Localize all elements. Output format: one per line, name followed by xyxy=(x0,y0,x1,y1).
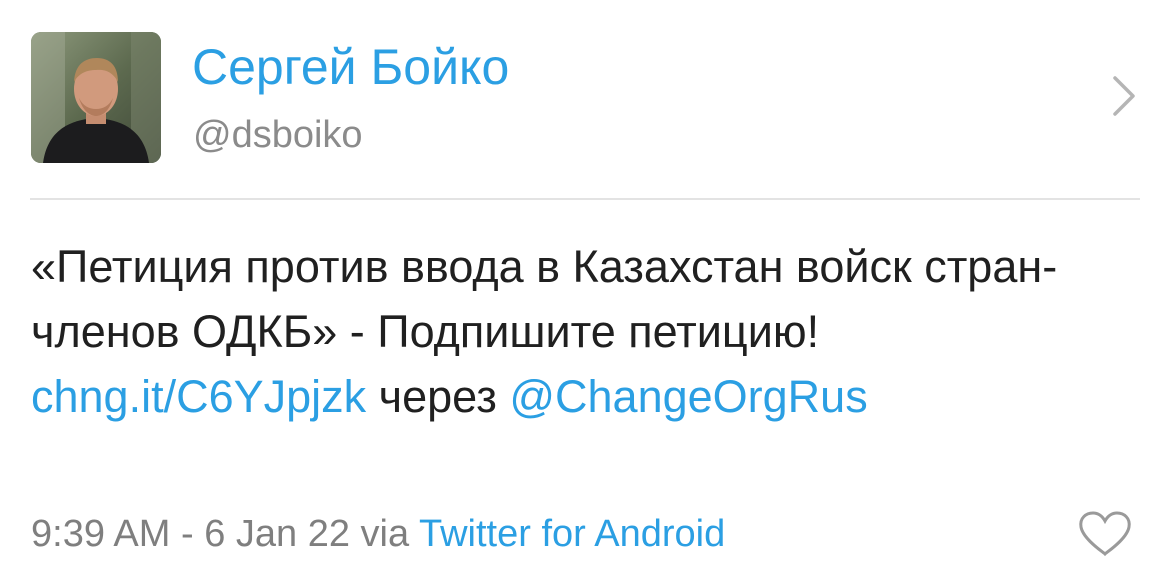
via-label: via xyxy=(349,513,419,555)
avatar-photo xyxy=(31,32,161,163)
tweet-text-part-1: «Петиция против ввода в Казахстан войск … xyxy=(31,241,1058,357)
display-name[interactable]: Сергей Бойко xyxy=(192,37,509,97)
client-link[interactable]: Twitter for Android xyxy=(419,513,725,555)
tweet-meta: 9:39 AM - 6 Jan 22 via Twitter for Andro… xyxy=(31,511,725,557)
mention-link[interactable]: @ChangeOrgRus xyxy=(509,371,867,422)
profile-header[interactable]: Сергей Бойко @dsboiko xyxy=(0,0,1170,198)
heart-icon[interactable] xyxy=(1077,510,1133,558)
chevron-right-icon[interactable] xyxy=(1105,72,1141,120)
avatar[interactable] xyxy=(31,32,161,163)
tweet-text: «Петиция против ввода в Казахстан войск … xyxy=(31,234,1141,429)
divider xyxy=(30,198,1140,200)
user-handle[interactable]: @dsboiko xyxy=(193,112,363,158)
timestamp: 9:39 AM - 6 Jan 22 xyxy=(31,513,350,555)
tweet-link[interactable]: chng.it/C6YJpjzk xyxy=(31,371,366,422)
tweet-text-part-2: через xyxy=(366,371,510,422)
